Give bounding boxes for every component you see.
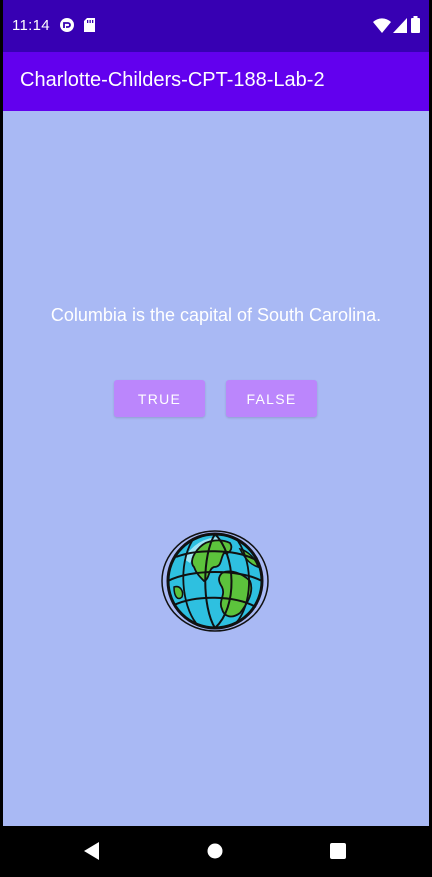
status-time: 11:14 (12, 17, 50, 34)
home-icon[interactable] (207, 843, 223, 864)
wifi-icon (373, 18, 391, 38)
app-bar: Charlotte-Childers-CPT-188-Lab-2 (3, 52, 429, 111)
status-bar: 11:14 (3, 0, 429, 52)
signal-icon (393, 18, 407, 38)
main-content: Columbia is the capital of South Carolin… (3, 111, 429, 826)
true-button[interactable]: TRUE (114, 380, 205, 417)
back-icon[interactable] (84, 842, 100, 865)
app-title: Charlotte-Childers-CPT-188-Lab-2 (20, 69, 325, 91)
navigation-bar (0, 826, 432, 877)
recents-icon[interactable] (330, 843, 346, 864)
sd-card-icon (83, 17, 96, 38)
device-frame: 11:14 Charlotte-Childers-CPT-188-Lab-2 C… (0, 0, 432, 877)
globe-icon (160, 529, 270, 633)
false-button[interactable]: FALSE (226, 380, 317, 417)
battery-icon (411, 16, 420, 38)
sync-icon (59, 17, 75, 38)
question-text: Columbia is the capital of South Carolin… (50, 305, 382, 325)
